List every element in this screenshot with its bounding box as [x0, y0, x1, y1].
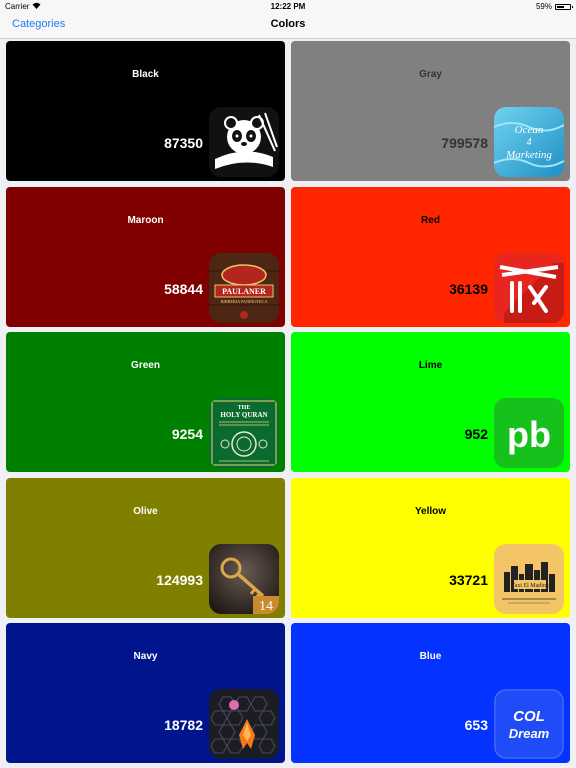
tile-count: 653 [464, 717, 488, 733]
battery-percent: 59% [535, 2, 552, 11]
status-bar: Carrier 12:22 PM 59% [0, 0, 576, 14]
taxi-el-madina-app-icon: Taxi El Madina [494, 544, 564, 614]
tile-name: Lime [418, 360, 443, 371]
icon-text-14: 14 [259, 599, 273, 614]
icon-text-col: COL [513, 708, 545, 725]
tile-count: 124993 [156, 572, 203, 588]
tile-count: 799578 [441, 135, 488, 151]
icon-text-paulaner: PAULANER [222, 287, 266, 296]
battery-icon [555, 3, 573, 10]
tile-lime[interactable]: Lime 952 pb [291, 332, 570, 472]
panda-app-icon [209, 107, 279, 177]
status-right: 59% [535, 2, 573, 11]
tile-count: 952 [464, 426, 488, 442]
icon-text-birreria: BIRRERIA PANINOTECA [221, 299, 268, 304]
tile-yellow[interactable]: Yellow 33721 Taxi El Madina [291, 478, 570, 618]
red-chopsticks-app-icon [494, 253, 564, 323]
tile-name: Green [131, 360, 160, 371]
icon-text-4: 4 [527, 137, 532, 148]
tile-green[interactable]: Green 9254 THE HOLY QURAN [6, 332, 285, 472]
tile-name: Red [421, 215, 440, 226]
tile-gray[interactable]: Gray 799578 Ocean 4 Marketing [291, 41, 570, 181]
tile-black[interactable]: Black 87350 [6, 41, 285, 181]
tile-count: 9254 [171, 426, 203, 442]
paulaner-app-icon: PAULANER BIRRERIA PANINOTECA [209, 253, 279, 323]
status-time: 12:22 PM [270, 2, 306, 11]
tile-count: 58844 [164, 281, 203, 297]
tile-count: 36139 [449, 281, 488, 297]
tile-name: Yellow [414, 506, 447, 517]
icon-text-marketing: Marketing [505, 149, 552, 161]
ocean-marketing-app-icon: Ocean 4 Marketing [494, 107, 564, 177]
icon-text-holy-quran: HOLY QURAN [220, 411, 267, 419]
tile-name: Blue [419, 651, 442, 662]
navigation-bar: Categories Colors [0, 14, 576, 39]
holy-quran-app-icon: THE HOLY QURAN [209, 398, 279, 468]
icon-text-taxi: Taxi El Madina [511, 583, 549, 589]
page-title: Colors [270, 18, 306, 30]
tile-blue[interactable]: Blue 653 COL Dream [291, 623, 570, 763]
tile-name: Olive [133, 506, 158, 517]
tile-count: 87350 [164, 135, 203, 151]
col-dream-app-icon: COL Dream [494, 689, 564, 759]
icon-text-ocean: Ocean [515, 124, 544, 136]
tile-count: 18782 [164, 717, 203, 733]
tile-maroon[interactable]: Maroon 58844 PAULANER BIRRERIA PANINOTEC… [6, 187, 285, 327]
tile-name: Maroon [127, 215, 164, 226]
tile-count: 33721 [449, 572, 488, 588]
pb-app-icon: pb [494, 398, 564, 468]
icon-text-pb: pb [507, 414, 551, 455]
key-app-icon: 14 [209, 544, 279, 614]
tile-olive[interactable]: Olive 124993 14 [6, 478, 285, 618]
tile-red[interactable]: Red 36139 [291, 187, 570, 327]
battery-tip [572, 5, 573, 8]
tile-name: Gray [419, 69, 442, 80]
tile-name: Navy [133, 651, 158, 662]
icon-text-dream: Dream [509, 726, 550, 741]
battery-fill [557, 5, 564, 8]
rocket-hexagon-app-icon [209, 689, 279, 759]
tile-name: Black [132, 69, 159, 80]
tile-navy[interactable]: Navy 18782 [6, 623, 285, 763]
